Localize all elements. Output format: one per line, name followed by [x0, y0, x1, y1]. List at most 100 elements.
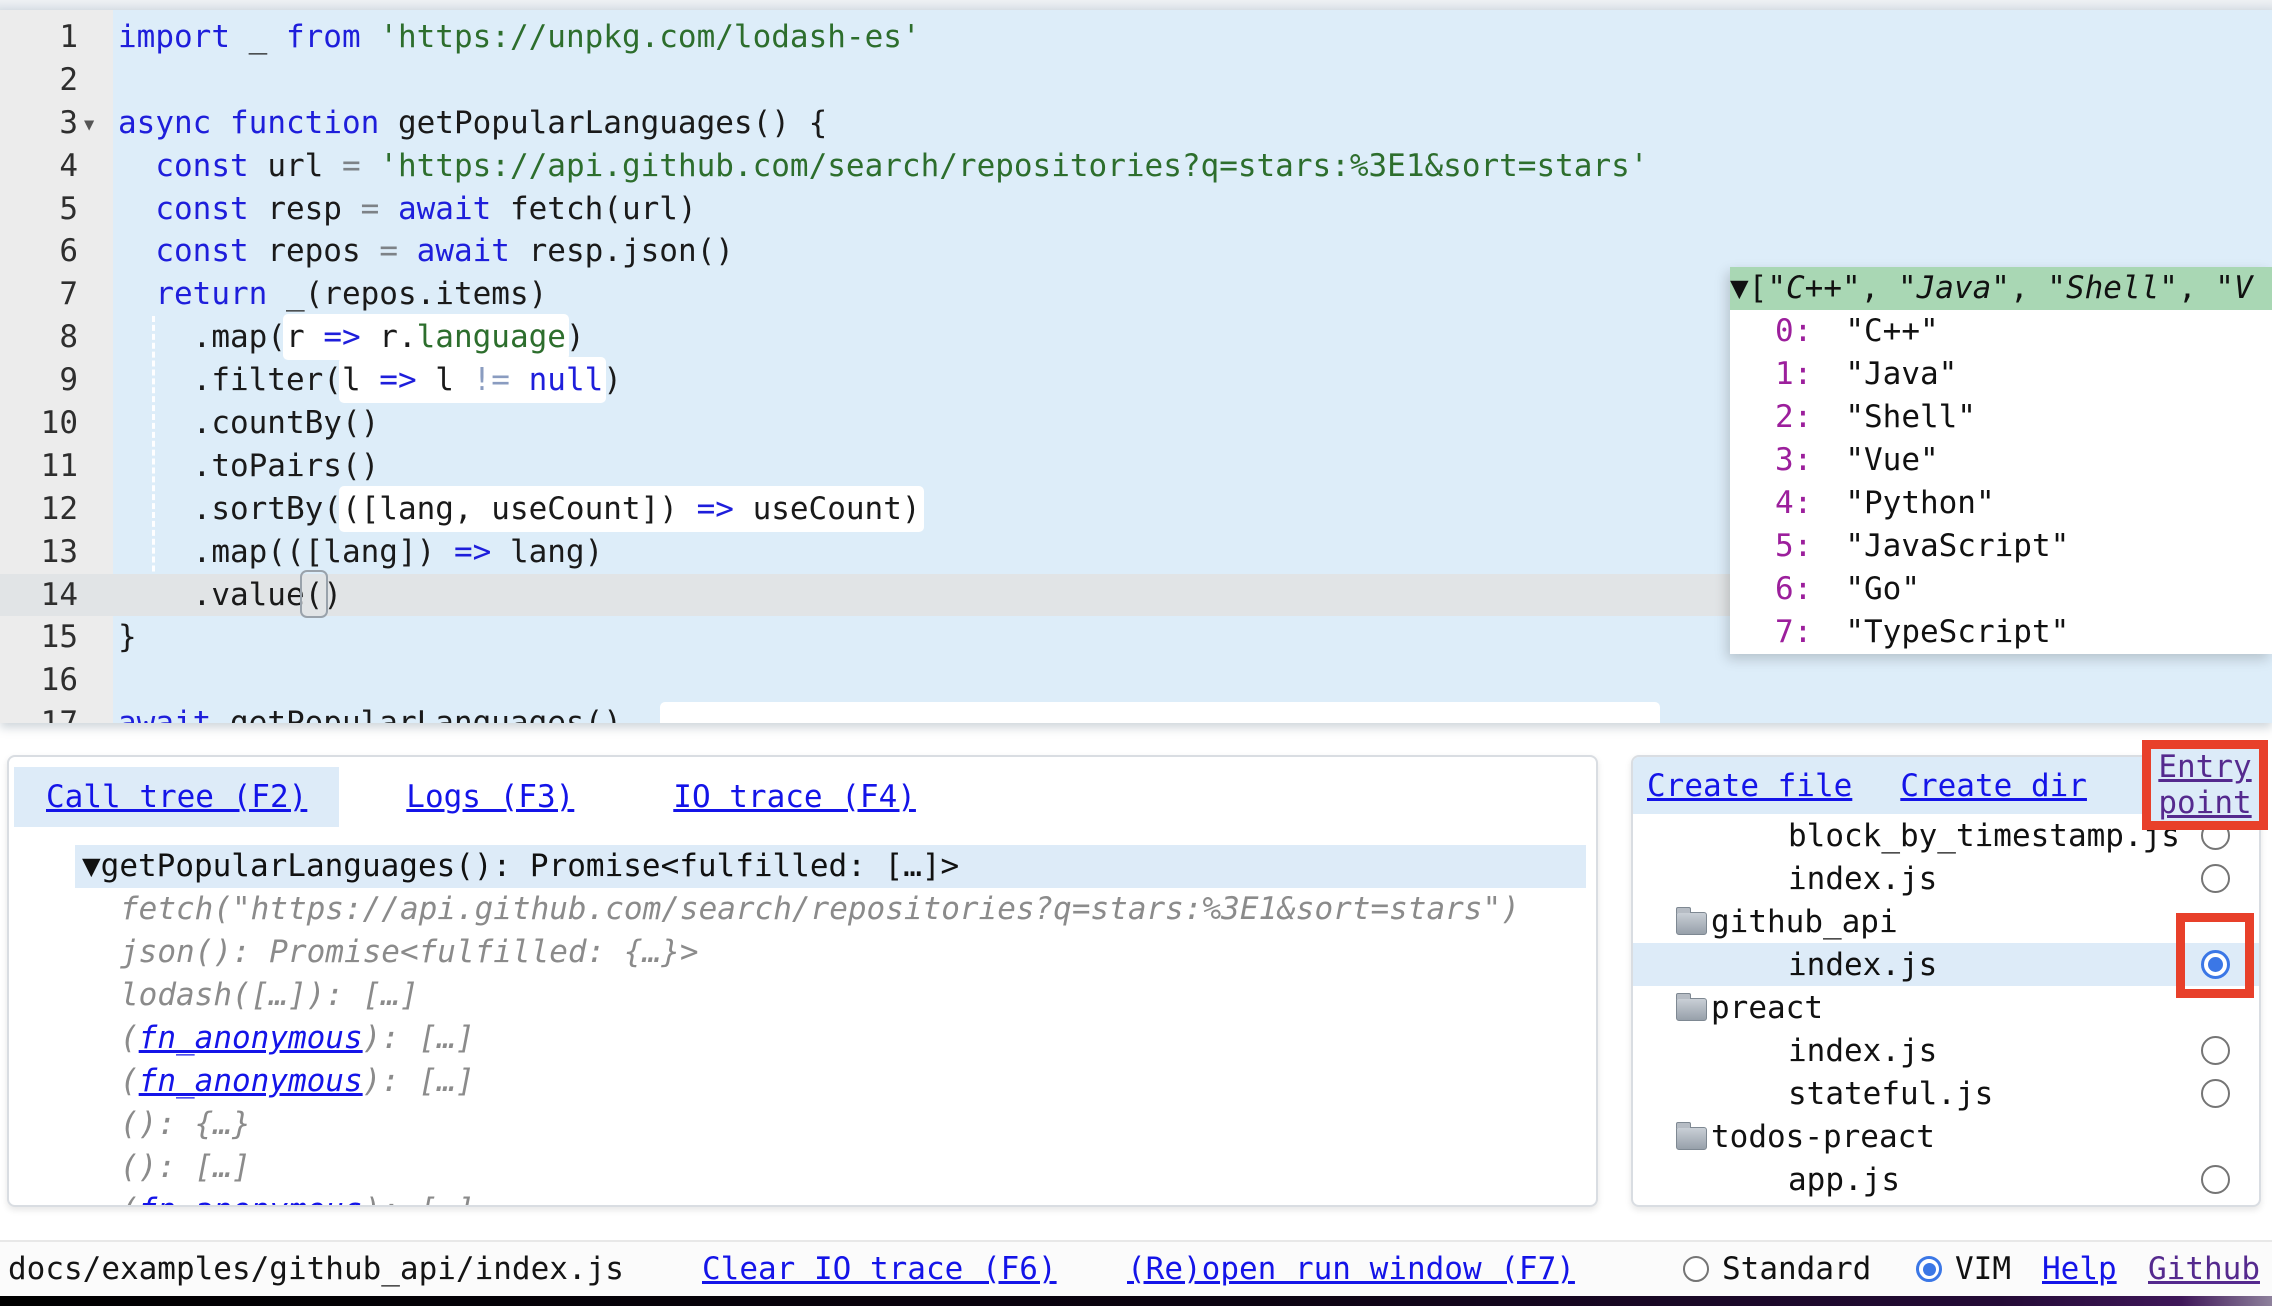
code-line[interactable]: 3▼async function getPopularLanguages() {: [0, 102, 2272, 145]
folder-icon: [1676, 998, 1707, 1021]
code-token: .sortBy(: [118, 491, 342, 527]
entry-point-link-line1[interactable]: Entry: [2158, 749, 2251, 785]
vim-mode-label[interactable]: VIM: [1955, 1251, 2011, 1287]
anonymous-fn-link[interactable]: fn_anonymous: [139, 1020, 363, 1056]
call-tree-row[interactable]: (): […]: [9, 1146, 1596, 1189]
code-token: ): [603, 362, 622, 398]
code-token: import: [118, 19, 230, 55]
code-token: l: [417, 357, 473, 403]
tab-call-tree-f2[interactable]: Call tree (F2): [14, 767, 339, 827]
code-line[interactable]: 4 const url = 'https://api.github.com/se…: [0, 145, 2272, 188]
code-token: =>: [454, 534, 491, 570]
call-tree-row[interactable]: (fn_anonymous): […]: [9, 1189, 1596, 1207]
code-line[interactable]: 5 const resp = await fetch(url): [0, 188, 2272, 231]
inspector-item-value: "TypeScript": [1845, 611, 2069, 654]
code-line[interactable]: 1import _ from 'https://unpkg.com/lodash…: [0, 16, 2272, 59]
help-link[interactable]: Help: [2042, 1251, 2117, 1287]
inspector-item[interactable]: 0:"C++": [1730, 310, 2272, 353]
code-line[interactable]: 16: [0, 659, 2272, 702]
folder-icon: [1676, 1127, 1707, 1150]
inspector-item-index: 3:: [1775, 439, 1812, 482]
call-tree-row[interactable]: fetch("https://api.github.com/search/rep…: [9, 888, 1596, 931]
selected-radio-annotation-box: [2176, 913, 2254, 998]
clear-io-trace-link[interactable]: Clear IO trace (F6): [702, 1251, 1057, 1287]
vim-mode-radio[interactable]: [1916, 1256, 1942, 1282]
code-token: [398, 233, 417, 269]
code-token: function: [230, 105, 379, 141]
standard-mode-label[interactable]: Standard: [1722, 1251, 1871, 1287]
inspector-item[interactable]: 4:"Python": [1730, 482, 2272, 525]
code-token: const: [155, 233, 248, 269]
folder-icon: [1676, 912, 1707, 935]
code-token: [510, 357, 529, 403]
anonymous-fn-link[interactable]: fn_anonymous: [139, 1192, 363, 1207]
code-token: await: [118, 705, 211, 723]
inspector-item-index: 7:: [1775, 611, 1812, 654]
tab-logs-f3[interactable]: Logs (F3): [374, 767, 606, 827]
create-dir-link[interactable]: Create dir: [1900, 768, 2087, 804]
call-tree-row[interactable]: (fn_anonymous): […]: [9, 1017, 1596, 1060]
code-token: fetch(url): [491, 191, 696, 227]
tree-folder-row[interactable]: preact: [1633, 986, 2259, 1029]
inspector-item[interactable]: 1:"Java": [1730, 353, 2272, 396]
inspector-item[interactable]: 7: "TypeScript": [1730, 611, 2272, 654]
line-number: 7: [0, 273, 78, 316]
reopen-run-window-link[interactable]: (Re)open run window (F7): [1127, 1251, 1575, 1287]
create-file-link[interactable]: Create file: [1647, 768, 1852, 804]
code-token: !=: [473, 357, 510, 403]
code-token: 'https://api.github.com/search/repositor…: [379, 148, 1648, 184]
inspector-item[interactable]: 3:"Vue": [1730, 439, 2272, 482]
code-token: resp: [249, 191, 361, 227]
file-tree-rows: block_by_timestamp.jsindex.jsgithub_apii…: [1633, 814, 2259, 1207]
fold-arrow-icon[interactable]: ▼: [84, 104, 94, 147]
entry-point-link-line2[interactable]: point: [2158, 785, 2251, 821]
screen-bottom-strip: [0, 1296, 2272, 1306]
line-number: 16: [0, 659, 78, 702]
tree-file-row[interactable]: index.html: [1633, 1201, 2259, 1207]
call-tree-row[interactable]: lodash([…]): […]: [9, 974, 1596, 1017]
call-tree-row[interactable]: (): {…}: [9, 1103, 1596, 1146]
anonymous-fn-link[interactable]: fn_anonymous: [139, 1063, 363, 1099]
file-label: index.js: [1788, 947, 1937, 983]
tree-folder-row[interactable]: todos-preact: [1633, 1115, 2259, 1158]
code-token: return: [155, 276, 267, 312]
code-token: from: [286, 19, 361, 55]
inspector-item-value: "JavaScript": [1845, 525, 2069, 568]
code-line[interactable]: 2: [0, 59, 2272, 102]
code-line[interactable]: 17await getPopularLanguages(): [0, 702, 2272, 723]
panel-tabs: Call tree (F2) Logs (F3) IO trace (F4): [9, 757, 1596, 827]
call-tree-root-row[interactable]: ▼getPopularLanguages(): Promise<fulfille…: [75, 845, 1586, 888]
entry-point-radio[interactable]: [2201, 1079, 2230, 1108]
inspector-item-index: 2:: [1775, 396, 1812, 439]
tree-file-row[interactable]: stateful.js: [1633, 1072, 2259, 1115]
value-inspector-popup[interactable]: ▼["C++", "Java", "Shell", "V 0:"C++"1:"J…: [1730, 267, 2272, 654]
github-link[interactable]: Github: [2148, 1251, 2260, 1287]
line-number: 5: [0, 188, 78, 231]
inspector-item[interactable]: 5:"JavaScript": [1730, 525, 2272, 568]
tree-file-row[interactable]: index.js: [1633, 857, 2259, 900]
tree-file-row[interactable]: index.js: [1633, 1029, 2259, 1072]
entry-point-radio[interactable]: [2201, 1165, 2230, 1194]
code-token: [379, 191, 398, 227]
code-token: .countBy(): [118, 405, 379, 441]
call-tree-paren: (: [120, 1063, 139, 1099]
inspector-item[interactable]: 6:"Go": [1730, 568, 2272, 611]
call-tree-row[interactable]: (fn_anonymous): […]: [9, 1060, 1596, 1103]
code-token: .value: [118, 577, 305, 613]
tab-io-trace-f4[interactable]: IO trace (F4): [641, 767, 948, 827]
tree-file-row[interactable]: index.js: [1633, 943, 2259, 986]
inspector-array-header[interactable]: ▼["C++", "Java", "Shell", "V: [1730, 267, 2272, 310]
inspector-item-index: 6:: [1775, 568, 1812, 611]
tree-folder-row[interactable]: github_api: [1633, 900, 2259, 943]
code-token: r.: [361, 314, 417, 360]
code-token: [361, 148, 380, 184]
entry-point-radio[interactable]: [2201, 1036, 2230, 1065]
code-token: =: [361, 191, 380, 227]
inspector-item[interactable]: 2:"Shell": [1730, 396, 2272, 439]
standard-mode-radio[interactable]: [1683, 1256, 1709, 1282]
entry-point-radio[interactable]: [2201, 864, 2230, 893]
call-tree-row[interactable]: json(): Promise<fulfilled: {…}>: [9, 931, 1596, 974]
code-token: .map(([lang]): [118, 534, 454, 570]
window-top-strip: [0, 0, 2272, 10]
tree-file-row[interactable]: app.js: [1633, 1158, 2259, 1201]
